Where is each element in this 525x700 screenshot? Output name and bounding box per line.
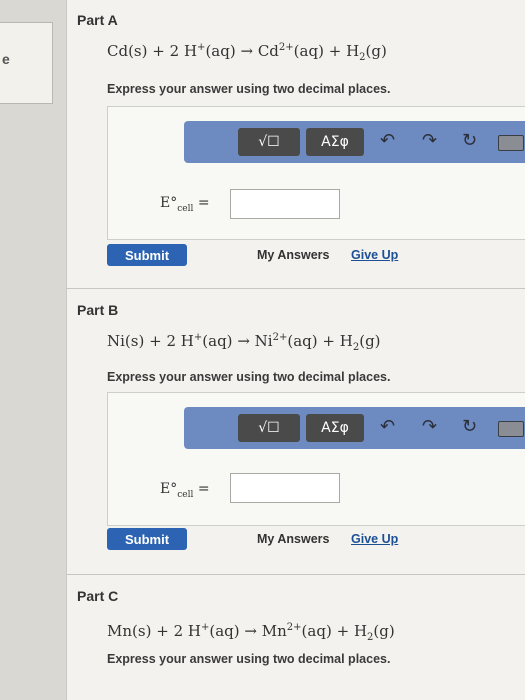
redo-icon[interactable]: ↷ xyxy=(422,416,437,437)
templates-icon: √☐ xyxy=(258,134,280,150)
instruction-text: Express your answer using two decimal pl… xyxy=(107,370,391,384)
templates-button[interactable]: √☐ xyxy=(238,414,300,442)
e-cell-label: E°cell = xyxy=(160,195,210,214)
chemical-equation: Mn(s) + 2 H+(aq) → Mn2+(aq) + H2(g) xyxy=(107,622,395,643)
side-panel-text: e xyxy=(2,51,10,67)
answer-input[interactable] xyxy=(230,189,340,219)
templates-icon: √☐ xyxy=(258,420,280,436)
greek-icon: ΑΣφ xyxy=(321,420,349,436)
side-panel: e xyxy=(0,22,53,104)
part-title: Part B xyxy=(77,302,119,318)
my-answers-link[interactable]: My Answers xyxy=(257,248,329,262)
greek-symbols-button[interactable]: ΑΣφ xyxy=(306,414,364,442)
submit-button[interactable]: Submit xyxy=(107,244,187,266)
equation-toolbar: √☐ ΑΣφ ↶ ↷ ↻ ? xyxy=(184,407,525,449)
e-cell-label: E°cell = xyxy=(160,481,210,500)
greek-icon: ΑΣφ xyxy=(321,134,349,150)
part-title: Part A xyxy=(77,12,118,28)
undo-icon[interactable]: ↶ xyxy=(380,130,395,151)
answer-input[interactable] xyxy=(230,473,340,503)
problem-content: Part A Cd(s) + 2 H+(aq) → Cd2+(aq) + H2(… xyxy=(66,0,525,700)
instruction-text: Express your answer using two decimal pl… xyxy=(107,652,391,666)
divider xyxy=(67,288,525,289)
answer-box: √☐ ΑΣφ ↶ ↷ ↻ ? E°cell = xyxy=(107,106,525,240)
divider xyxy=(67,574,525,575)
submit-button[interactable]: Submit xyxy=(107,528,187,550)
part-title: Part C xyxy=(77,588,119,604)
templates-button[interactable]: √☐ xyxy=(238,128,300,156)
undo-icon[interactable]: ↶ xyxy=(380,416,395,437)
equation-toolbar: √☐ ΑΣφ ↶ ↷ ↻ ? xyxy=(184,121,525,163)
reset-icon[interactable]: ↻ xyxy=(462,130,477,151)
instruction-text: Express your answer using two decimal pl… xyxy=(107,82,391,96)
my-answers-link[interactable]: My Answers xyxy=(257,532,329,546)
greek-symbols-button[interactable]: ΑΣφ xyxy=(306,128,364,156)
keyboard-icon[interactable] xyxy=(498,421,524,437)
chemical-equation: Ni(s) + 2 H+(aq) → Ni2+(aq) + H2(g) xyxy=(107,332,381,353)
reset-icon[interactable]: ↻ xyxy=(462,416,477,437)
keyboard-icon[interactable] xyxy=(498,135,524,151)
redo-icon[interactable]: ↷ xyxy=(422,130,437,151)
give-up-link[interactable]: Give Up xyxy=(351,532,398,546)
give-up-link[interactable]: Give Up xyxy=(351,248,398,262)
chemical-equation: Cd(s) + 2 H+(aq) → Cd2+(aq) + H2(g) xyxy=(107,42,387,63)
answer-box: √☐ ΑΣφ ↶ ↷ ↻ ? E°cell = xyxy=(107,392,525,526)
